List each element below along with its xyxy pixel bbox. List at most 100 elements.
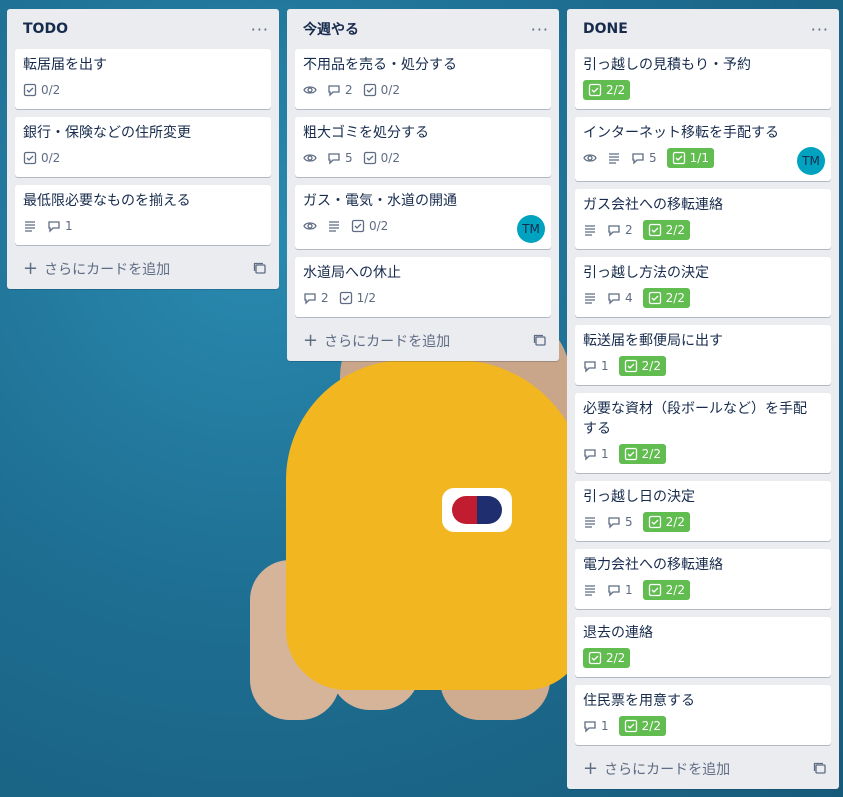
checklist-icon xyxy=(363,151,376,165)
checklist-count: 2/2 xyxy=(665,583,685,597)
comment-icon xyxy=(608,585,620,597)
card[interactable]: 引っ越しの見積もり・予約 2/2 xyxy=(575,49,831,109)
comment-icon xyxy=(608,293,620,305)
list-title[interactable]: TODO xyxy=(23,21,68,37)
checklist-complete-badge: 2/2 xyxy=(642,580,690,600)
checklist-complete-badge: 1/1 xyxy=(666,148,714,168)
list-menu-button[interactable]: ··· xyxy=(531,20,549,39)
card-title: 転居届を出す xyxy=(23,57,107,73)
member-avatar[interactable]: TM xyxy=(517,215,545,243)
checklist-count: 2/2 xyxy=(665,515,685,529)
card[interactable]: 転居届を出す 0/2 xyxy=(15,49,271,109)
watch-icon xyxy=(303,83,317,97)
checklist-count: 0/2 xyxy=(41,151,61,165)
card[interactable]: 必要な資材（段ボールなど）を手配する 1 2/2 xyxy=(575,393,831,473)
checklist-icon xyxy=(351,219,365,233)
add-card-button[interactable]: + さらにカードを追加 xyxy=(303,331,450,351)
card[interactable]: 不用品を売る・処分する 2 0/2 xyxy=(295,49,551,109)
card[interactable]: 退去の連絡 2/2 xyxy=(575,617,831,677)
checklist-complete-badge: 2/2 xyxy=(642,512,690,532)
checklist-icon xyxy=(648,515,661,529)
comment-badge: 2 xyxy=(607,223,633,237)
checklist-icon xyxy=(23,83,37,97)
card-template-icon[interactable] xyxy=(253,262,267,276)
checklist-complete-badge: 2/2 xyxy=(618,716,666,736)
list-title[interactable]: DONE xyxy=(583,21,628,37)
card-title: 電力会社への移転連絡 xyxy=(583,557,723,573)
list-header: DONE ··· xyxy=(567,9,839,49)
card[interactable]: 銀行・保険などの住所変更 0/2 xyxy=(15,117,271,177)
checklist-icon xyxy=(588,651,602,665)
card[interactable]: 粗大ゴミを処分する 5 0/2 xyxy=(295,117,551,177)
comment-count: 1 xyxy=(601,719,609,733)
list-title[interactable]: 今週やる xyxy=(303,19,359,39)
card[interactable]: 電力会社への移転連絡 1 2/2 xyxy=(575,549,831,609)
checklist-icon xyxy=(672,151,685,165)
add-card-label: さらにカードを追加 xyxy=(604,762,731,778)
card[interactable]: 引っ越し日の決定 5 2/2 xyxy=(575,481,831,541)
card[interactable]: 住民票を用意する 1 2/2 xyxy=(575,685,831,745)
description-icon xyxy=(583,291,597,305)
comment-count: 2 xyxy=(345,83,353,97)
list-header: TODO ··· xyxy=(7,9,279,49)
card[interactable]: 水道局への休止 2 1/2 xyxy=(295,257,551,317)
card[interactable]: 最低限必要なものを揃える 1 xyxy=(15,185,271,245)
card[interactable]: インターネット移転を手配する 5 1/1 TM xyxy=(575,117,831,181)
comment-icon xyxy=(584,361,596,373)
member-avatar[interactable]: TM xyxy=(797,147,825,175)
card-title: ガス・電気・水道の開通 xyxy=(303,193,457,209)
comment-badge: 2 xyxy=(327,83,353,97)
card-title: 転送届を郵便局に出す xyxy=(583,333,723,349)
checklist-icon xyxy=(588,83,602,97)
checklist-count: 1/1 xyxy=(689,151,709,165)
card-template-icon[interactable] xyxy=(533,334,547,348)
comment-badge: 1 xyxy=(583,719,609,733)
checklist-count: 0/2 xyxy=(380,83,400,97)
description-icon xyxy=(607,151,621,165)
checklist-icon xyxy=(23,151,37,165)
comment-icon xyxy=(584,721,596,733)
watch-icon xyxy=(583,151,597,165)
comment-count: 1 xyxy=(601,447,609,461)
add-card-button[interactable]: + さらにカードを追加 xyxy=(583,759,730,779)
checklist-badge: 0/2 xyxy=(363,151,400,165)
comment-count: 5 xyxy=(649,151,657,165)
checklist-icon xyxy=(339,291,352,305)
add-card-label: さらにカードを追加 xyxy=(324,334,451,350)
checklist-icon xyxy=(648,223,661,237)
card-title: 水道局への休止 xyxy=(303,265,401,281)
checklist-count: 0/2 xyxy=(369,219,389,233)
add-card-label: さらにカードを追加 xyxy=(44,262,171,278)
checklist-count: 2/2 xyxy=(641,719,661,733)
checklist-count: 0/2 xyxy=(41,83,61,97)
plus-icon: + xyxy=(23,258,39,279)
watch-icon xyxy=(303,151,317,165)
comment-icon xyxy=(304,293,316,305)
watch-icon xyxy=(303,219,317,233)
list-menu-button[interactable]: ··· xyxy=(811,20,829,39)
list-this-week: 今週やる ··· 不用品を売る・処分する 2 0/2 粗大ゴミを処分する 5 0… xyxy=(287,9,559,361)
checklist-icon xyxy=(624,359,637,373)
checklist-complete-badge: 2/2 xyxy=(583,80,631,100)
plus-icon: + xyxy=(583,758,599,779)
comment-icon xyxy=(608,225,620,237)
checklist-badge: 0/2 xyxy=(23,151,60,165)
comment-count: 5 xyxy=(345,151,353,165)
checklist-complete-badge: 2/2 xyxy=(618,444,666,464)
card[interactable]: 転送届を郵便局に出す 1 2/2 xyxy=(575,325,831,385)
checklist-complete-badge: 2/2 xyxy=(583,648,631,668)
list-header: 今週やる ··· xyxy=(287,9,559,49)
card[interactable]: 引っ越し方法の決定 4 2/2 xyxy=(575,257,831,317)
card[interactable]: ガス・電気・水道の開通 0/2 TM xyxy=(295,185,551,249)
list-menu-button[interactable]: ··· xyxy=(251,20,269,39)
add-card-button[interactable]: + さらにカードを追加 xyxy=(23,259,170,279)
comment-badge: 1 xyxy=(607,583,633,597)
card-template-icon[interactable] xyxy=(813,762,827,776)
comment-count: 2 xyxy=(625,223,633,237)
description-icon xyxy=(583,223,597,237)
checklist-complete-badge: 2/2 xyxy=(642,288,690,308)
card-title: 銀行・保険などの住所変更 xyxy=(23,125,191,141)
card-title: 引っ越し方法の決定 xyxy=(583,265,709,281)
card-title: 最低限必要なものを揃える xyxy=(23,193,191,209)
card[interactable]: ガス会社への移転連絡 2 2/2 xyxy=(575,189,831,249)
